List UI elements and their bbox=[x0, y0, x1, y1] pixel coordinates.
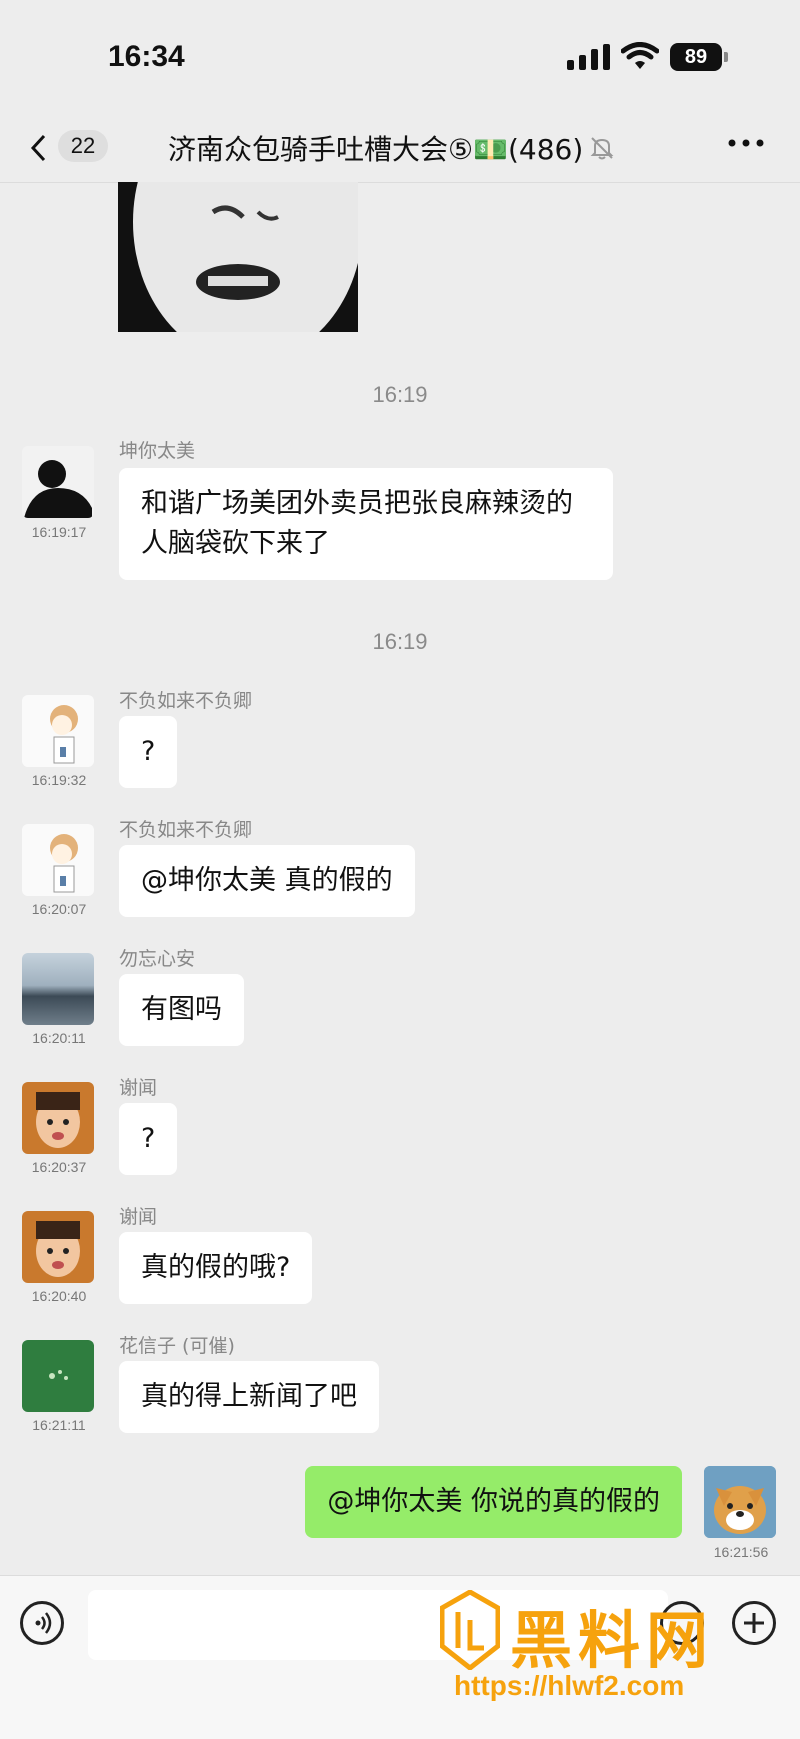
sender-name: 坤你太美 bbox=[119, 440, 196, 462]
chat-timestamp: 16:19 bbox=[372, 629, 428, 654]
message-bubble[interactable]: 有图吗 bbox=[119, 974, 244, 1046]
battery-indicator: 89 bbox=[670, 43, 722, 71]
avatar[interactable] bbox=[22, 1211, 94, 1283]
message-time: 16:21:11 bbox=[32, 1417, 86, 1433]
avatar[interactable] bbox=[22, 953, 94, 1025]
watermark-logo-icon bbox=[440, 1590, 500, 1670]
avatar[interactable] bbox=[22, 695, 94, 767]
chat-title: 济南众包骑手吐槽大会⑤💵(486) bbox=[168, 133, 584, 166]
battery-tip bbox=[724, 52, 728, 62]
avatar[interactable] bbox=[22, 1340, 94, 1412]
message-bubble[interactable]: @坤你太美 真的假的 bbox=[119, 845, 415, 917]
message-bubble[interactable]: 真的得上新闻了吧 bbox=[119, 1361, 379, 1433]
back-button[interactable]: 22 bbox=[22, 124, 112, 168]
unread-count-badge: 22 bbox=[58, 130, 108, 162]
sender-name: 花信子 (可催) bbox=[119, 1335, 235, 1357]
message-time: 16:19:32 bbox=[31, 772, 87, 788]
message-bubble[interactable]: @坤你太美 你说的真的假的 bbox=[305, 1466, 682, 1538]
chat-header: 22 济南众包骑手吐槽大会⑤💵(486) bbox=[0, 110, 800, 183]
chat-timestamp: 16:19 bbox=[372, 382, 428, 407]
watermark-title: 黑料网 bbox=[510, 1604, 715, 1677]
sticker-image[interactable] bbox=[118, 182, 358, 332]
avatar[interactable] bbox=[22, 1082, 94, 1154]
more-options-icon[interactable] bbox=[728, 138, 764, 148]
sender-name: 谢闻 bbox=[119, 1077, 158, 1099]
message-time: 16:21:56 bbox=[713, 1544, 769, 1560]
sender-name: 不负如来不负卿 bbox=[119, 819, 253, 841]
message-time: 16:20:37 bbox=[31, 1159, 87, 1175]
message-bubble[interactable]: ? bbox=[119, 1103, 178, 1175]
message-time: 16:20:07 bbox=[31, 901, 87, 917]
message-time: 16:19:17 bbox=[31, 524, 87, 540]
chevron-left-icon bbox=[30, 134, 46, 162]
status-bar: 16:34 89 bbox=[0, 0, 800, 110]
voice-input-button[interactable] bbox=[20, 1601, 64, 1645]
message-bubble[interactable]: ? bbox=[119, 716, 178, 788]
avatar[interactable] bbox=[22, 446, 94, 518]
signal-icon bbox=[567, 44, 610, 70]
status-time: 16:34 bbox=[108, 40, 185, 73]
chat-title-row[interactable]: 济南众包骑手吐槽大会⑤💵(486) bbox=[168, 128, 615, 168]
avatar[interactable] bbox=[22, 824, 94, 896]
message-time: 16:20:40 bbox=[31, 1288, 87, 1304]
message-bubble[interactable]: 和谐广场美团外卖员把张良麻辣烫的人脑袋砍下来了 bbox=[119, 468, 613, 580]
wifi-icon bbox=[621, 42, 659, 69]
face-sticker-graphic bbox=[118, 182, 358, 332]
message-bubble[interactable]: 真的假的哦? bbox=[119, 1232, 313, 1304]
sender-name: 勿忘心安 bbox=[119, 948, 196, 970]
sender-name: 不负如来不负卿 bbox=[119, 690, 253, 712]
watermark-url: https://hlwf2.com bbox=[454, 1670, 685, 1701]
watermark: 黑料网 https://hlwf2.com bbox=[440, 1590, 760, 1720]
avatar[interactable] bbox=[704, 1466, 776, 1538]
message-time: 16:20:11 bbox=[32, 1030, 86, 1046]
mute-bell-icon bbox=[590, 137, 614, 160]
sender-name: 谢闻 bbox=[119, 1206, 158, 1228]
voice-icon bbox=[35, 1612, 52, 1634]
